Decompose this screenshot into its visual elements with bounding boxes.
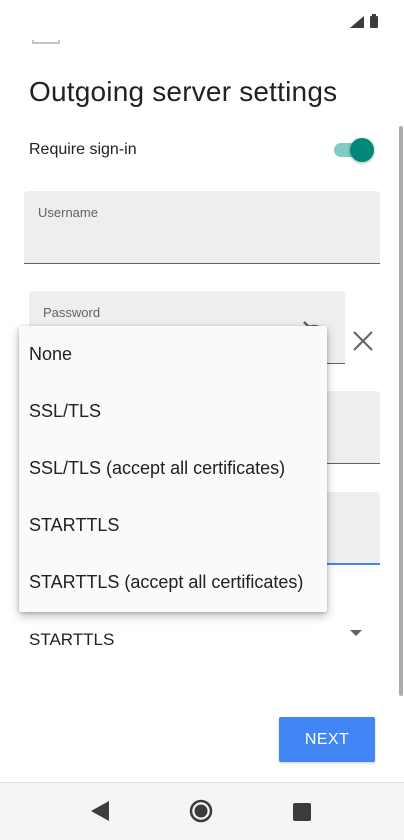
scrollbar[interactable] xyxy=(399,126,403,696)
signal-icon xyxy=(350,16,364,28)
status-bar xyxy=(0,0,404,40)
username-label: Username xyxy=(38,205,98,220)
menu-item-ssl-tls-accept-all[interactable]: SSL/TLS (accept all certificates) xyxy=(19,440,327,497)
username-field[interactable]: Username xyxy=(24,191,380,264)
password-label: Password xyxy=(43,305,101,320)
menu-item-ssl-tls[interactable]: SSL/TLS xyxy=(19,383,327,440)
clear-icon[interactable] xyxy=(350,328,376,354)
menu-item-starttls[interactable]: STARTTLS xyxy=(19,497,327,554)
status-icons xyxy=(350,14,378,28)
menu-item-starttls-accept-all[interactable]: STARTTLS (accept all certificates) xyxy=(19,554,327,611)
dropdown-arrow-icon xyxy=(350,630,362,636)
page-title: Outgoing server settings xyxy=(29,76,338,107)
require-signin-row[interactable]: Require sign-in xyxy=(29,138,374,162)
require-signin-label: Require sign-in xyxy=(29,141,137,158)
navigation-bar xyxy=(0,782,404,840)
menu-item-none[interactable]: None xyxy=(19,326,327,383)
recents-icon[interactable] xyxy=(293,803,311,821)
security-type-select[interactable]: STARTTLS xyxy=(29,620,374,660)
security-options-menu: None SSL/TLS SSL/TLS (accept all certifi… xyxy=(19,326,327,612)
security-selected-value: STARTTLS xyxy=(29,630,115,649)
scrolled-content-edge xyxy=(32,40,60,44)
battery-icon xyxy=(370,14,378,28)
home-icon[interactable] xyxy=(189,799,213,823)
require-signin-switch[interactable] xyxy=(330,138,374,162)
next-button[interactable]: NEXT xyxy=(279,717,375,762)
switch-thumb xyxy=(350,138,374,162)
back-icon[interactable] xyxy=(91,801,109,821)
